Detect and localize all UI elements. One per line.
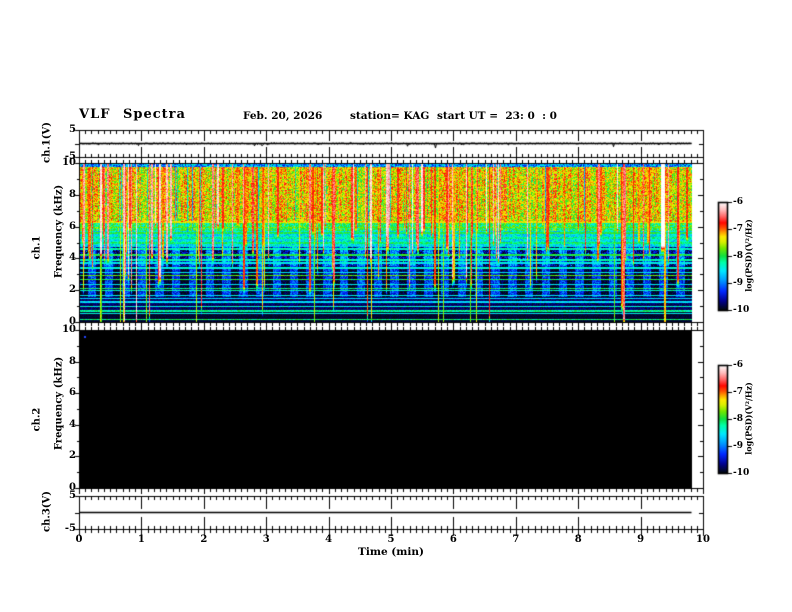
colorbar1-tick-label: -8: [733, 251, 743, 261]
ch1v-y-tick-label: 5: [69, 124, 76, 135]
spectrogram-plot-canvas: [0, 0, 792, 612]
spec2-y-tick-label: 10: [62, 324, 76, 335]
vlf-spectra-page: VLF Spectra Feb. 20, 2026 station= KAG s…: [0, 0, 792, 612]
spec2-axis-label-line2: Frequency (kHz): [53, 356, 65, 451]
page-title: VLF Spectra: [79, 107, 186, 122]
spec2-y-tick-label: 6: [69, 387, 76, 399]
colorbar2-tick-label: -9: [733, 441, 743, 451]
spec2-y-tick-label: 4: [69, 418, 76, 430]
spec1-y-tick-label: 8: [69, 188, 76, 200]
colorbar1-tick-label: -10: [733, 305, 750, 315]
colorbar1-tick-label: -9: [733, 278, 743, 288]
spec1-axis-label-line1: ch.1: [31, 235, 43, 260]
x-tick-label: 0: [75, 534, 83, 545]
spec1-y-tick-label: 2: [69, 284, 76, 296]
x-tick-label: 6: [449, 534, 457, 545]
x-tick-label: 7: [512, 534, 520, 545]
x-tick-label: 1: [137, 534, 145, 545]
colorbar1-tick-label: -7: [733, 224, 743, 234]
ch3v-y-tick-label: -5: [64, 523, 76, 534]
spec2-y-tick-label: 8: [69, 355, 76, 367]
time-axis-label: Time (min): [358, 546, 424, 558]
ch1v-y-tick-label: -5: [64, 151, 76, 162]
colorbar2-tick-label: -10: [733, 468, 750, 478]
colorbar1-tick-label: -6: [733, 197, 743, 207]
x-tick-label: 4: [325, 534, 333, 545]
header-date: Feb. 20, 2026: [243, 110, 323, 122]
spec1-y-tick-label: 6: [69, 220, 76, 232]
spec2-axis-label-line1: ch.2: [31, 407, 43, 432]
ch1v-axis-label: ch.1(V): [41, 121, 53, 164]
x-tick-label: 5: [387, 534, 395, 545]
spec2-y-tick-label: 2: [69, 450, 76, 462]
header-station: station= KAG: [350, 110, 430, 122]
ch3v-axis-label: ch.3(V): [41, 490, 53, 533]
colorbar2-tick-label: -7: [733, 387, 743, 397]
x-tick-label: 3: [262, 534, 270, 545]
colorbar2-tick-label: -8: [733, 414, 743, 424]
x-tick-label: 10: [696, 534, 710, 545]
x-tick-label: 8: [574, 534, 582, 545]
spec1-y-tick-label: 4: [69, 252, 76, 264]
x-tick-label: 9: [637, 534, 645, 545]
ch3v-y-tick-label: 5: [69, 490, 76, 501]
x-tick-label: 2: [200, 534, 208, 545]
colorbar2-tick-label: -6: [733, 360, 743, 370]
header-start-ut: start UT = 23: 0 : 0: [437, 110, 557, 122]
